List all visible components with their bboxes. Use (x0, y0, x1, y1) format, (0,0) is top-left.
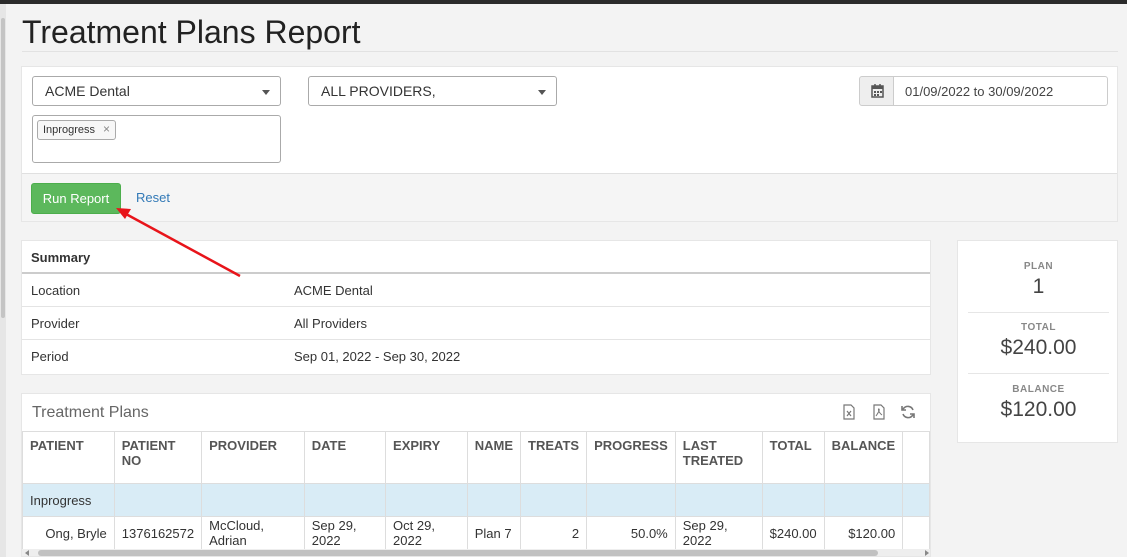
cell-patient: Ong, Bryle (22, 516, 115, 550)
treatment-plans-panel: Treatment Plans PATIENT PATIENT NO PROVI… (21, 393, 931, 557)
chevron-down-icon (262, 90, 270, 95)
location-select-value: ACME Dental (45, 83, 130, 99)
stats-panel: PLAN 1 TOTAL $240.00 BALANCE $120.00 (957, 240, 1118, 443)
summary-value: ACME Dental (294, 283, 373, 298)
cell-patient-no: 1376162572 (113, 516, 203, 550)
treatment-plans-table: PATIENT PATIENT NO PROVIDER DATE EXPIRY … (22, 431, 930, 550)
export-toolbar (842, 404, 920, 420)
summary-row-period: Period Sep 01, 2022 - Sep 30, 2022 (22, 340, 930, 373)
table-header-row: PATIENT PATIENT NO PROVIDER DATE EXPIRY … (22, 431, 930, 484)
col-header-date[interactable]: DATE (303, 431, 387, 484)
provider-select-value: ALL PROVIDERS, (321, 83, 436, 99)
remove-tag-icon[interactable]: × (103, 122, 110, 136)
col-header-patient-no[interactable]: PATIENT NO (113, 431, 203, 484)
group-row: Inprogress (22, 483, 930, 517)
scrollbar-thumb[interactable] (38, 550, 878, 556)
summary-value: All Providers (294, 316, 367, 331)
summary-row-location: Location ACME Dental (22, 274, 930, 307)
cell-last-treated: Sep 29, 2022 (674, 516, 763, 550)
filter-panel-footer: Run Report Reset (22, 173, 1117, 221)
cell-date: Sep 29, 2022 (303, 516, 387, 550)
summary-header: Summary (22, 241, 930, 274)
page-title: Treatment Plans Report (22, 14, 361, 50)
provider-select[interactable]: ALL PROVIDERS, (308, 76, 557, 106)
stat-label: PLAN (1023, 261, 1054, 272)
summary-panel: Summary Location ACME Dental Provider Al… (21, 240, 931, 375)
scroll-left-icon[interactable] (25, 550, 29, 556)
col-header-patient[interactable]: PATIENT (22, 431, 115, 484)
stat-balance: BALANCE $120.00 (968, 364, 1109, 425)
cell-expiry: Oct 29, 2022 (385, 516, 468, 550)
scroll-right-icon[interactable] (925, 550, 929, 556)
table-horizontal-scrollbar[interactable] (22, 549, 930, 556)
group-label: Inprogress (22, 483, 115, 517)
status-tag-label: Inprogress (43, 124, 95, 136)
summary-label: Period (31, 349, 69, 364)
stat-label: BALANCE (1012, 384, 1065, 395)
pdf-export-icon[interactable] (872, 404, 886, 420)
excel-export-icon[interactable] (842, 404, 856, 420)
col-header-total[interactable]: TOTAL (761, 431, 825, 484)
page-scrollbar-thumb[interactable] (1, 18, 5, 318)
cell-provider: McCloud, Adrian (201, 516, 305, 550)
stat-value: 1 (1032, 275, 1045, 298)
summary-label: Provider (31, 316, 80, 331)
refresh-icon[interactable] (900, 404, 916, 420)
status-tag: Inprogress × (37, 120, 116, 140)
col-header-expiry[interactable]: EXPIRY (385, 431, 468, 484)
window-top-bar (0, 0, 1127, 4)
col-header-extra (902, 431, 930, 484)
filter-panel: ACME Dental ALL PROVIDERS, Inprogress × … (21, 66, 1118, 222)
stat-value: $120.00 (1000, 398, 1077, 421)
stat-total: TOTAL $240.00 (968, 302, 1109, 363)
location-select[interactable]: ACME Dental (32, 76, 281, 106)
table-row[interactable]: Ong, Bryle 1376162572 McCloud, Adrian Se… (22, 516, 930, 550)
title-divider (22, 51, 1118, 52)
date-range-input[interactable]: 01/09/2022 to 30/09/2022 (893, 76, 1108, 106)
calendar-icon[interactable] (859, 76, 894, 106)
summary-value: Sep 01, 2022 - Sep 30, 2022 (294, 349, 461, 364)
cell-name: Plan 7 (466, 516, 522, 550)
stat-plan: PLAN 1 (968, 241, 1109, 302)
summary-label: Location (31, 283, 81, 298)
stat-value: $240.00 (1000, 336, 1077, 359)
date-range-picker[interactable]: 01/09/2022 to 30/09/2022 (859, 76, 1109, 106)
summary-row-provider: Provider All Providers (22, 307, 930, 340)
col-header-balance[interactable]: BALANCE (823, 431, 904, 484)
reset-link[interactable]: Reset (136, 190, 170, 205)
cell-progress: 50.0% (586, 516, 676, 550)
stat-label: TOTAL (1021, 322, 1056, 333)
treatment-plans-title: Treatment Plans (32, 404, 149, 421)
col-header-last-treated[interactable]: LAST TREATED (674, 431, 763, 484)
cell-balance: $120.00 (823, 516, 904, 550)
col-header-provider[interactable]: PROVIDER (201, 431, 305, 484)
col-header-name[interactable]: NAME (466, 431, 522, 484)
status-multiselect[interactable]: Inprogress × (32, 115, 281, 163)
chevron-down-icon (538, 90, 546, 95)
run-report-button[interactable]: Run Report (31, 183, 121, 214)
cell-total: $240.00 (761, 516, 825, 550)
col-header-progress[interactable]: PROGRESS (586, 431, 676, 484)
col-header-treats[interactable]: TREATS (520, 431, 588, 484)
page-scrollbar[interactable] (0, 4, 6, 557)
cell-treats: 2 (520, 516, 588, 550)
